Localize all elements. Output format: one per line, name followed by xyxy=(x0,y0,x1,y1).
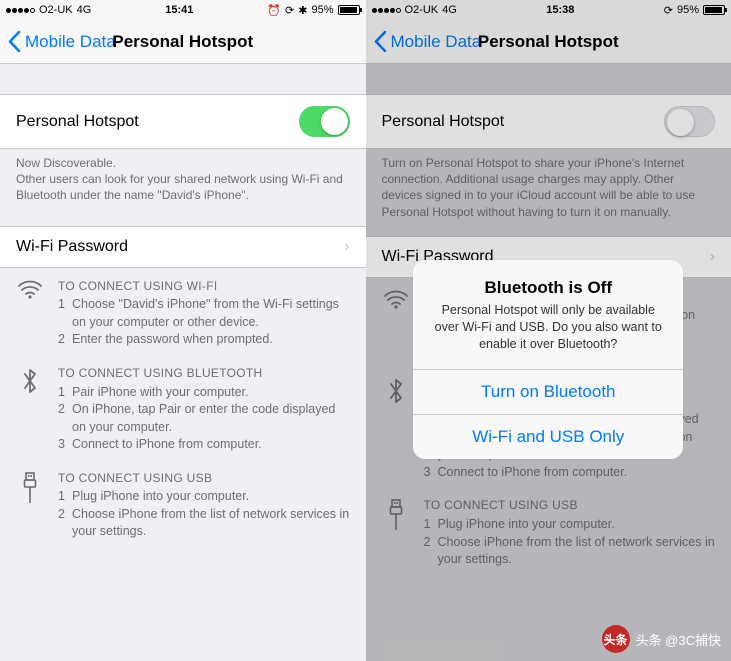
turn-on-bluetooth-button[interactable]: Turn on Bluetooth xyxy=(413,369,683,414)
wifi-password-label: Wi-Fi Password xyxy=(16,238,128,256)
wifi-usb-only-button[interactable]: Wi-Fi and USB Only xyxy=(413,414,683,459)
chevron-left-icon xyxy=(8,31,21,52)
phone-right: O2-UK 4G 15:38 ⟳ 95% Mobile Data Persona… xyxy=(366,0,731,661)
back-button[interactable]: Mobile Data xyxy=(8,31,116,52)
hotspot-label: Personal Hotspot xyxy=(16,113,139,131)
watermark-badge-icon: 头条 xyxy=(602,625,630,653)
alert-title: Bluetooth is Off xyxy=(429,278,667,298)
usb-icon xyxy=(16,470,44,541)
watermark: 头条 头条 @3C捕快 xyxy=(602,625,721,653)
bluetooth-icon: ✱ xyxy=(298,4,307,17)
nav-bar: Mobile Data Personal Hotspot xyxy=(0,20,366,64)
carrier-label: O2-UK xyxy=(39,4,73,16)
battery-percent: 95% xyxy=(311,4,333,16)
chevron-right-icon: › xyxy=(344,238,349,256)
signal-dots-icon xyxy=(6,8,35,13)
discoverable-footer: Now Discoverable. Other users can look f… xyxy=(0,149,366,214)
wifi-icon xyxy=(16,278,44,349)
wifi-instructions: TO CONNECT USING WI-FI 1Choose "David's … xyxy=(0,268,366,355)
usb-instructions: TO CONNECT USING USB 1Plug iPhone into y… xyxy=(0,460,366,547)
clock: 15:41 xyxy=(165,4,193,16)
status-bar: O2-UK 4G 15:41 ⏰ ⟳ ✱ 95% xyxy=(0,0,366,20)
network-label: 4G xyxy=(77,4,92,16)
nav-title: Personal Hotspot xyxy=(112,32,253,52)
phone-left: O2-UK 4G 15:41 ⏰ ⟳ ✱ 95% Mobile Data Per… xyxy=(0,0,366,661)
bluetooth-instructions: TO CONNECT USING BLUETOOTH 1Pair iPhone … xyxy=(0,355,366,460)
bluetooth-alert: Bluetooth is Off Personal Hotspot will o… xyxy=(413,260,683,459)
battery-icon xyxy=(338,5,360,15)
back-label: Mobile Data xyxy=(25,32,116,52)
wifi-password-row[interactable]: Wi-Fi Password › xyxy=(0,226,366,268)
bluetooth-icon xyxy=(16,365,44,454)
hotspot-toggle-row[interactable]: Personal Hotspot xyxy=(0,94,366,149)
rotation-lock-icon: ⟳ xyxy=(285,4,294,17)
watermark-text: 头条 @3C捕快 xyxy=(636,630,721,649)
alarm-icon: ⏰ xyxy=(267,4,281,17)
alert-message: Personal Hotspot will only be available … xyxy=(429,302,667,353)
hotspot-toggle[interactable] xyxy=(299,106,350,137)
